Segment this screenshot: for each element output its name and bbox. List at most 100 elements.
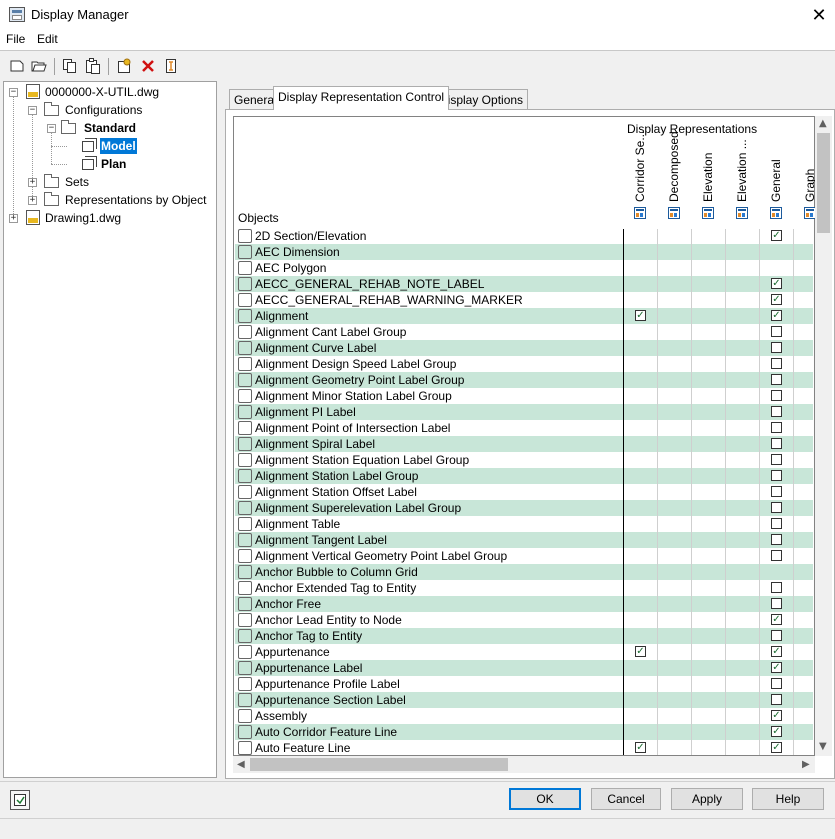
- collapse-icon[interactable]: −: [9, 88, 18, 97]
- general-checkbox[interactable]: ✓: [771, 646, 782, 657]
- table-row[interactable]: Anchor Extended Tag to Entity: [235, 580, 813, 596]
- table-row[interactable]: Appurtenance Section Label: [235, 692, 813, 708]
- table-row[interactable]: Alignment Station Offset Label: [235, 484, 813, 500]
- table-row[interactable]: Alignment Tangent Label: [235, 532, 813, 548]
- general-checkbox[interactable]: ✓: [771, 662, 782, 673]
- general-checkbox[interactable]: [771, 406, 782, 417]
- rename-icon[interactable]: [163, 58, 179, 74]
- tree-item-sets[interactable]: + Sets: [27, 174, 147, 190]
- table-row[interactable]: Alignment Station Label Group: [235, 468, 813, 484]
- general-checkbox[interactable]: [771, 550, 782, 561]
- column-header-elevation[interactable]: Elevation: [692, 138, 726, 202]
- general-checkbox[interactable]: ✓: [771, 742, 782, 753]
- general-checkbox[interactable]: [771, 422, 782, 433]
- table-row[interactable]: Anchor Free: [235, 596, 813, 612]
- general-checkbox[interactable]: [771, 630, 782, 641]
- general-checkbox[interactable]: ✓: [771, 726, 782, 737]
- table-row[interactable]: Alignment Spiral Label: [235, 436, 813, 452]
- general-checkbox[interactable]: ✓: [771, 614, 782, 625]
- delete-icon[interactable]: [140, 58, 156, 74]
- scroll-down-icon[interactable]: ▼: [819, 741, 827, 752]
- general-checkbox[interactable]: [771, 502, 782, 513]
- paste-icon[interactable]: [85, 58, 101, 74]
- scroll-up-icon[interactable]: ▲: [819, 118, 827, 129]
- ok-button[interactable]: OK: [509, 788, 581, 810]
- corridor-section-checkbox[interactable]: ✓: [635, 742, 646, 753]
- tree-item-standard[interactable]: − Standard: [46, 120, 206, 136]
- table-row[interactable]: AECC_GENERAL_REHAB_WARNING_MARKER ✓: [235, 292, 813, 308]
- table-row[interactable]: AECC_GENERAL_REHAB_NOTE_LABEL ✓: [235, 276, 813, 292]
- general-checkbox[interactable]: [771, 358, 782, 369]
- table-row[interactable]: Alignment Cant Label Group: [235, 324, 813, 340]
- scroll-left-icon[interactable]: ◀: [237, 759, 245, 770]
- general-checkbox[interactable]: ✓: [771, 278, 782, 289]
- vertical-scroll-thumb[interactable]: [817, 133, 830, 233]
- general-checkbox[interactable]: [771, 438, 782, 449]
- apply-button[interactable]: Apply: [671, 788, 743, 810]
- general-checkbox[interactable]: ✓: [771, 310, 782, 321]
- table-row[interactable]: Anchor Lead Entity to Node ✓: [235, 612, 813, 628]
- table-row[interactable]: AEC Dimension: [235, 244, 813, 260]
- table-row[interactable]: 2D Section/Elevation ✓: [235, 228, 813, 244]
- tree-item-configurations[interactable]: − Configurations: [27, 102, 207, 118]
- drawing-setup-icon[interactable]: [10, 790, 30, 810]
- menu-file[interactable]: File: [6, 32, 25, 46]
- tree-item-reps-by-object[interactable]: + Representations by Object: [27, 192, 212, 208]
- general-checkbox[interactable]: [771, 534, 782, 545]
- expand-icon[interactable]: +: [28, 178, 37, 187]
- table-row[interactable]: Appurtenance ✓ ✓: [235, 644, 813, 660]
- column-header-corridor-section[interactable]: Corridor Se...: [624, 131, 658, 202]
- general-checkbox[interactable]: [771, 390, 782, 401]
- display-rep-icon[interactable]: [770, 207, 782, 219]
- general-checkbox[interactable]: ✓: [771, 710, 782, 721]
- table-row[interactable]: Alignment Table: [235, 516, 813, 532]
- collapse-icon[interactable]: −: [28, 106, 37, 115]
- expand-icon[interactable]: +: [28, 196, 37, 205]
- table-row[interactable]: Alignment Point of Intersection Label: [235, 420, 813, 436]
- table-row[interactable]: Anchor Bubble to Column Grid: [235, 564, 813, 580]
- new-rep-icon[interactable]: [116, 58, 132, 74]
- display-rep-icon[interactable]: [702, 207, 714, 219]
- menu-edit[interactable]: Edit: [37, 32, 58, 46]
- table-row[interactable]: Alignment Station Equation Label Group: [235, 452, 813, 468]
- corridor-section-checkbox[interactable]: ✓: [635, 646, 646, 657]
- table-row[interactable]: Anchor Tag to Entity: [235, 628, 813, 644]
- table-row[interactable]: Alignment Curve Label: [235, 340, 813, 356]
- general-checkbox[interactable]: [771, 454, 782, 465]
- general-checkbox[interactable]: ✓: [771, 294, 782, 305]
- close-button[interactable]: ✕: [808, 4, 830, 26]
- table-row[interactable]: Alignment PI Label: [235, 404, 813, 420]
- column-header-general[interactable]: General: [760, 138, 794, 202]
- general-checkbox[interactable]: [771, 598, 782, 609]
- table-row[interactable]: Alignment Minor Station Label Group: [235, 388, 813, 404]
- tree-item-model[interactable]: Model: [66, 138, 186, 154]
- collapse-icon[interactable]: −: [47, 124, 56, 133]
- table-row[interactable]: Auto Corridor Feature Line ✓: [235, 724, 813, 740]
- expand-icon[interactable]: +: [9, 214, 18, 223]
- corridor-section-checkbox[interactable]: ✓: [635, 310, 646, 321]
- table-row[interactable]: Appurtenance Label ✓: [235, 660, 813, 676]
- table-row[interactable]: Alignment Design Speed Label Group: [235, 356, 813, 372]
- general-checkbox[interactable]: [771, 342, 782, 353]
- table-row[interactable]: Alignment ✓ ✓: [235, 308, 813, 324]
- general-checkbox[interactable]: [771, 470, 782, 481]
- general-checkbox[interactable]: [771, 518, 782, 529]
- general-checkbox[interactable]: ✓: [771, 230, 782, 241]
- display-rep-icon[interactable]: [736, 207, 748, 219]
- tree-item-plan[interactable]: Plan: [66, 156, 186, 172]
- general-checkbox[interactable]: [771, 374, 782, 385]
- general-checkbox[interactable]: [771, 486, 782, 497]
- general-checkbox[interactable]: [771, 694, 782, 705]
- open-icon[interactable]: [31, 58, 47, 74]
- cancel-button[interactable]: Cancel: [591, 788, 661, 810]
- table-row[interactable]: Assembly ✓: [235, 708, 813, 724]
- help-button[interactable]: Help: [752, 788, 824, 810]
- table-row[interactable]: Alignment Geometry Point Label Group: [235, 372, 813, 388]
- table-row[interactable]: Auto Feature Line ✓ ✓: [235, 740, 813, 756]
- table-row[interactable]: Appurtenance Profile Label: [235, 676, 813, 692]
- tab-display-representation-control[interactable]: Display Representation Control: [273, 86, 450, 110]
- tree-item-root-dwg[interactable]: − 0000000-X-UTIL.dwg: [8, 84, 208, 100]
- general-checkbox[interactable]: [771, 326, 782, 337]
- new-icon[interactable]: [9, 58, 25, 74]
- general-checkbox[interactable]: [771, 678, 782, 689]
